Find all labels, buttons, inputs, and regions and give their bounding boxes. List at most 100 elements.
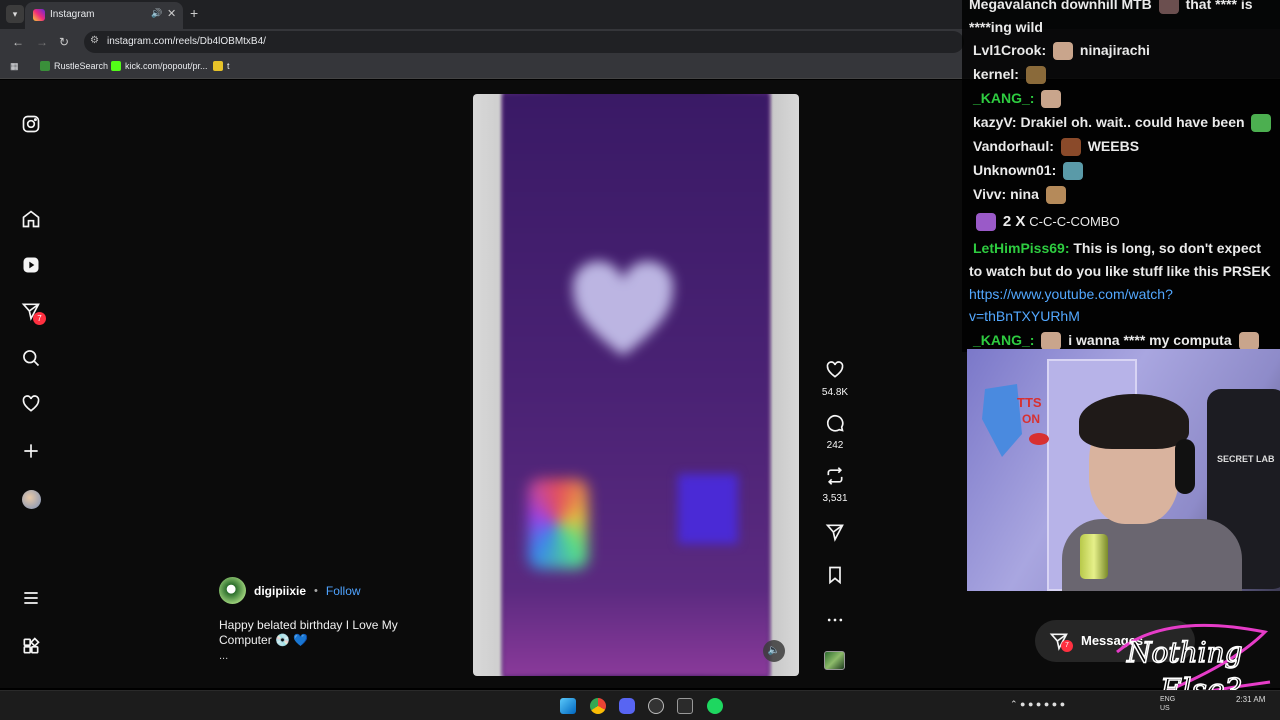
like-heart-icon bbox=[826, 361, 844, 378]
instagram-favicon-icon bbox=[33, 9, 45, 21]
back-arrow-icon[interactable]: ← bbox=[12, 35, 24, 49]
chat-link[interactable]: https://www.youtube.com/watch? bbox=[969, 286, 1173, 302]
like-action[interactable]: 54.8K bbox=[818, 360, 852, 398]
reel-blue-shape bbox=[678, 474, 738, 544]
comment-count: 242 bbox=[826, 440, 844, 451]
instagram-sidebar: 7 bbox=[0, 80, 62, 688]
reel-video[interactable] bbox=[473, 94, 799, 676]
separator-dot: • bbox=[314, 584, 318, 597]
tts-on-sign: TTS ON bbox=[982, 384, 1049, 457]
svg-text:TTS: TTS bbox=[1017, 395, 1042, 410]
chat-combo: 2 X C-C-C-COMBO bbox=[973, 213, 1120, 232]
reel-caption: Happy belated birthday I Love My Compute… bbox=[219, 618, 398, 647]
chat-emote bbox=[1041, 332, 1062, 351]
author-username[interactable]: digipiixie bbox=[254, 584, 306, 598]
menu-hamburger-icon[interactable] bbox=[20, 587, 42, 609]
author-avatar[interactable] bbox=[219, 577, 246, 604]
chat-message: Vandorhaul: WEEBS bbox=[973, 138, 1139, 157]
reload-icon[interactable]: ↻ bbox=[59, 35, 69, 49]
bookmark-t[interactable]: t bbox=[213, 61, 230, 71]
chat-message: _KANG_: bbox=[973, 90, 1064, 109]
reel-author: digipiixie • Follow bbox=[219, 577, 361, 604]
apps-grid-icon[interactable]: ▦ bbox=[10, 61, 19, 72]
bookmark-kick[interactable]: kick.com/popout/pr... bbox=[111, 61, 208, 71]
chat-emote bbox=[1025, 66, 1046, 85]
notifications-heart-icon[interactable] bbox=[20, 393, 42, 415]
repost-icon bbox=[827, 467, 843, 485]
search-icon[interactable] bbox=[20, 347, 42, 369]
chat-emote bbox=[1041, 90, 1062, 109]
original-audio-thumbnail[interactable] bbox=[824, 651, 845, 670]
system-clock[interactable]: 2:31 AM bbox=[1236, 695, 1265, 705]
discord-icon[interactable] bbox=[619, 698, 635, 714]
chat-message: Unknown01: bbox=[973, 162, 1086, 181]
chat-message: LetHimPiss69: This is long, so don't exp… bbox=[973, 240, 1262, 256]
site-info-icon[interactable]: ⚙ bbox=[90, 35, 99, 46]
share-paper-plane-icon bbox=[825, 524, 844, 542]
caption-more-link[interactable]: ... bbox=[219, 650, 228, 662]
messages-badge: 7 bbox=[33, 312, 46, 325]
bookmark-rustlesearch[interactable]: RustleSearch bbox=[40, 61, 108, 71]
streamer-hair bbox=[1079, 394, 1189, 449]
windows-taskbar: ⌃ ● ● ● ● ● ● ENG US 2:31 AM bbox=[0, 690, 1280, 720]
combo-emote bbox=[976, 213, 996, 232]
kick-favicon-icon bbox=[111, 61, 121, 71]
comment-action[interactable]: 242 bbox=[818, 413, 852, 451]
chat-message: ****ing wild bbox=[969, 19, 1043, 35]
create-plus-icon[interactable] bbox=[20, 440, 42, 462]
comment-icon bbox=[826, 414, 844, 432]
chat-emote bbox=[1053, 42, 1074, 61]
pixel-heart-icon bbox=[572, 261, 674, 356]
share-action[interactable] bbox=[818, 522, 852, 547]
terminal-icon[interactable] bbox=[677, 698, 693, 714]
chat-emote bbox=[1063, 162, 1084, 181]
forward-arrow-icon[interactable]: → bbox=[36, 35, 48, 49]
reel-video-frame bbox=[503, 94, 769, 676]
svg-text:Nothing: Nothing bbox=[1126, 636, 1243, 669]
input-language[interactable]: ENG US bbox=[1160, 695, 1175, 713]
webcam-feed: TTS ON SECRET LAB bbox=[967, 349, 1280, 591]
url-text[interactable]: instagram.com/reels/Db4lOBMtxB4/ bbox=[107, 36, 266, 47]
chat-message: Megavalanch downhill MTB that **** is bbox=[969, 0, 1253, 15]
spotify-icon[interactable] bbox=[707, 698, 723, 714]
home-icon[interactable] bbox=[20, 208, 42, 230]
chat-message: Lvl1Crook: ninajirachi bbox=[973, 42, 1150, 61]
chat-message: kazyV: Drakiel oh. wait.. could have bee… bbox=[973, 114, 1274, 133]
follow-button[interactable]: Follow bbox=[326, 584, 361, 598]
instagram-logo-icon[interactable] bbox=[20, 113, 42, 135]
windows-start-icon[interactable] bbox=[560, 698, 576, 714]
system-tray-icons[interactable]: ⌃ ● ● ● ● ● ● bbox=[1010, 699, 1065, 710]
close-tab-icon[interactable]: ✕ bbox=[167, 7, 176, 20]
chair-logo: SECRET LAB bbox=[1217, 454, 1275, 464]
drink-can bbox=[1080, 534, 1108, 579]
chat-emote bbox=[1045, 186, 1066, 205]
tab-search-button[interactable]: ▾ bbox=[6, 5, 24, 23]
chrome-icon[interactable] bbox=[590, 698, 606, 714]
save-action[interactable] bbox=[818, 565, 852, 590]
headset bbox=[1175, 439, 1195, 494]
rustlesearch-favicon-icon bbox=[40, 61, 50, 71]
pepe-emote bbox=[1251, 114, 1272, 133]
reels-icon[interactable] bbox=[20, 254, 42, 276]
tab-title: Instagram bbox=[50, 9, 95, 20]
address-bar[interactable]: ⚙ instagram.com/reels/Db4lOBMtxB4/ bbox=[84, 31, 964, 53]
chat-emote bbox=[1060, 138, 1081, 157]
svg-text:ON: ON bbox=[1022, 412, 1040, 426]
browser-tab-instagram[interactable]: Instagram 🔊 ✕ bbox=[25, 2, 183, 29]
chat-link-continued[interactable]: v=thBnTXYURhM bbox=[969, 308, 1080, 324]
chat-message: _KANG_: i wanna **** my computa bbox=[973, 332, 1262, 351]
profile-avatar[interactable] bbox=[22, 490, 41, 509]
repost-action[interactable]: 3,531 bbox=[818, 466, 852, 504]
new-tab-button[interactable]: + bbox=[190, 5, 198, 21]
t-favicon-icon bbox=[213, 61, 223, 71]
also-from-meta-icon[interactable] bbox=[20, 635, 42, 657]
more-dots-icon bbox=[827, 618, 843, 622]
chat-message: kernel: bbox=[973, 66, 1049, 85]
messages-drawer-badge: 7 bbox=[1061, 640, 1073, 652]
mute-toggle-icon[interactable]: 🔈 bbox=[763, 640, 785, 662]
obs-icon[interactable] bbox=[648, 698, 664, 714]
stream-chat-overlay: Megavalanch downhill MTB that **** is **… bbox=[962, 0, 1280, 352]
speaker-icon[interactable]: 🔊 bbox=[151, 8, 162, 19]
chat-message: Vivv: nina bbox=[973, 186, 1069, 205]
more-options-action[interactable] bbox=[818, 610, 852, 635]
